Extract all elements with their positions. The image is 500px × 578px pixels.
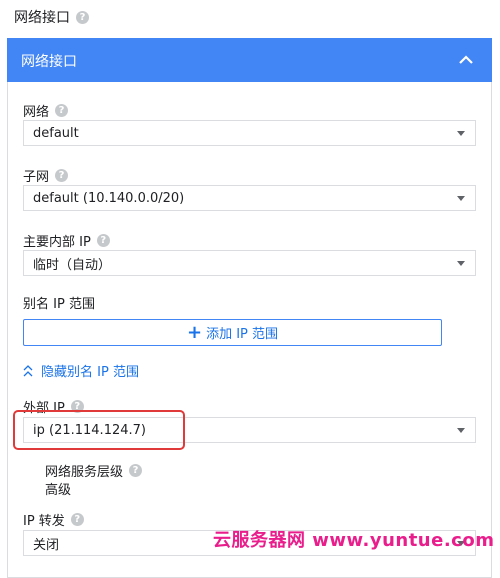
network-label: 网络	[23, 105, 50, 120]
caret-down-icon	[457, 131, 465, 136]
caret-down-icon	[457, 261, 465, 266]
subnet-label-row: 子网 ?	[23, 166, 69, 185]
double-chevron-up-icon	[23, 364, 33, 376]
watermark-text: 云服务器网 www.yuntue.com	[213, 530, 495, 551]
hide-alias-link[interactable]: 隐藏别名 IP 范围	[23, 361, 139, 380]
network-tier-label: 网络服务层级	[45, 465, 124, 480]
caret-down-icon	[457, 428, 465, 433]
help-icon[interactable]: ?	[55, 169, 69, 182]
alias-label: 别名 IP 范围	[23, 297, 95, 312]
help-icon[interactable]: ?	[70, 513, 84, 526]
primary-ip-label: 主要内部 IP	[23, 235, 91, 250]
network-value: default	[33, 125, 79, 141]
chevron-up-icon[interactable]	[454, 48, 478, 72]
subnet-value: default (10.140.0.0/20)	[33, 190, 185, 206]
add-ip-range-label: 添加 IP 范围	[206, 327, 279, 342]
section-title-text: 网络接口	[14, 10, 70, 26]
network-select[interactable]: default	[23, 120, 476, 146]
subnet-label: 子网	[23, 170, 50, 185]
add-ip-range-button[interactable]: + 添加 IP 范围	[23, 319, 442, 346]
help-icon[interactable]: ?	[76, 10, 89, 24]
ip-forwarding-label-row: IP 转发 ?	[23, 510, 84, 529]
network-tier-label-row: 网络服务层级 ?	[45, 461, 143, 480]
help-icon[interactable]: ?	[55, 104, 69, 117]
subnet-select[interactable]: default (10.140.0.0/20)	[23, 185, 476, 211]
highlight-box	[13, 410, 185, 450]
primary-ip-select[interactable]: 临时（自动）	[23, 250, 476, 276]
help-icon[interactable]: ?	[96, 234, 110, 247]
alias-label-row: 别名 IP 范围	[23, 293, 95, 312]
primary-ip-value: 临时（自动）	[33, 257, 112, 273]
panel-header[interactable]: 网络接口	[7, 38, 492, 82]
caret-down-icon	[457, 196, 465, 201]
hide-alias-label: 隐藏别名 IP 范围	[41, 365, 139, 380]
ip-forwarding-label: IP 转发	[23, 514, 65, 529]
network-label-row: 网络 ?	[23, 101, 69, 120]
plus-icon: +	[186, 321, 203, 343]
ip-forwarding-value: 关闭	[33, 537, 60, 553]
panel-title: 网络接口	[21, 54, 77, 70]
help-icon[interactable]: ?	[129, 464, 143, 477]
primary-ip-label-row: 主要内部 IP ?	[23, 231, 110, 250]
section-title: 网络接口 ?	[14, 7, 89, 27]
network-tier-value: 高级	[45, 483, 72, 498]
